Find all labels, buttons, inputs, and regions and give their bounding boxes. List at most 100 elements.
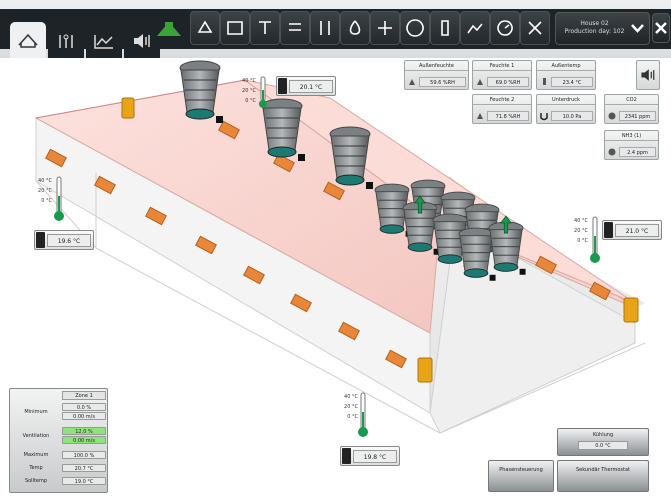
close-icon xyxy=(655,22,667,34)
humidity-icon xyxy=(477,113,483,119)
thermometer-scale: 40 °C 20 °C 0 °C xyxy=(242,78,256,104)
toolbar-button-cooling[interactable] xyxy=(250,11,280,45)
thermometer-icon xyxy=(358,392,368,437)
panel-value: 2341 ppm xyxy=(619,111,656,121)
panel-pressure[interactable]: Unterdruck 10.0 Pa xyxy=(536,94,596,124)
filter-icon xyxy=(349,20,361,35)
temperature-display[interactable]: 20.1 °C xyxy=(276,76,336,96)
fan-settings-icon xyxy=(59,34,73,48)
panel-label: CO2 xyxy=(605,95,658,105)
toolbar-button-fan[interactable] xyxy=(370,11,400,45)
timer-icon xyxy=(497,20,513,36)
gas-icon xyxy=(608,112,616,120)
toolbar-button-filter[interactable] xyxy=(340,11,370,45)
green-house-icon[interactable] xyxy=(155,18,183,38)
thermometer-icon xyxy=(590,216,600,263)
temperature-display[interactable]: 19.6 °C xyxy=(34,230,94,250)
panel-label: Außentemp xyxy=(537,61,595,71)
temperature-display[interactable]: 21.0 °C xyxy=(602,220,662,240)
panel-nh3[interactable]: NH3 (1) 2.4 ppm xyxy=(604,130,659,160)
panel-value: 69.0 %RH xyxy=(487,77,529,87)
panel-value: 71.8 %RH xyxy=(487,111,529,121)
toolbar-button-timer[interactable] xyxy=(490,11,520,45)
zone-title: Zone 1 xyxy=(62,391,106,400)
toolbar-button-chart[interactable] xyxy=(460,11,490,45)
graph-icon xyxy=(94,35,113,49)
house-selector[interactable]: House 02 Production day: 102 xyxy=(555,12,650,45)
temperature-icon xyxy=(543,78,546,85)
panel-label: Feuchte 1 xyxy=(473,61,531,71)
production-day: Production day: 102 xyxy=(564,28,625,35)
panel-outside-temp[interactable]: Außentemp 23.4 °C xyxy=(536,60,596,90)
thermometer-scale: 40 °C 20 °C 0 °C xyxy=(38,178,52,204)
zone-row-temp: Temp 20.7 °C xyxy=(10,464,109,474)
wall-fan-right[interactable] xyxy=(623,297,639,323)
lamp-icon xyxy=(441,20,449,36)
thermometer-left: 40 °C 20 °C 0 °C 19.6 °C xyxy=(30,176,110,256)
speaker-button[interactable] xyxy=(636,60,660,90)
panel-value: 59.6 %RH xyxy=(419,77,466,87)
pressure-icon xyxy=(540,113,548,121)
zone-row-solltemp: Solltemp 19.0 °C xyxy=(10,477,109,487)
phase-control-button[interactable]: Phasensteuerung xyxy=(488,460,554,492)
panel-label: Außenfeuchte xyxy=(405,61,468,71)
tools-icon xyxy=(528,21,542,35)
app-window: House 02 Production day: 102 Außenfeucht… xyxy=(0,0,671,497)
thermometer-bottom: 40 °C 20 °C 0 °C 19.8 °C xyxy=(336,392,416,472)
temperature-value: 19.8 °C xyxy=(353,450,397,463)
cooling-icon xyxy=(259,21,271,34)
phase-control-label: Phasensteuerung xyxy=(499,467,543,473)
panel-label: Feuchte 2 xyxy=(473,95,531,105)
gas-icon xyxy=(608,148,616,156)
silo-icon xyxy=(197,20,213,33)
temperature-value: 20.1 °C xyxy=(289,80,333,93)
secondary-thermostat-button[interactable]: Sekundär Thermostat xyxy=(557,460,649,492)
thermometer-icon xyxy=(259,76,267,108)
tab-graph[interactable] xyxy=(86,24,122,58)
kuehlung-value: 0.0 °C xyxy=(578,441,628,450)
zone-row-maximum: Maximum 100.0 % xyxy=(10,451,109,461)
thermometer-icon xyxy=(54,176,64,221)
temperature-display[interactable]: 19.8 °C xyxy=(340,446,400,466)
panel-value: 23.4 °C xyxy=(551,77,593,87)
temperature-value: 21.0 °C xyxy=(615,224,659,237)
thermometer-right: 40 °C 20 °C 0 °C 21.0 °C xyxy=(570,216,662,266)
humidity-icon xyxy=(477,79,483,85)
tab-fan-settings[interactable] xyxy=(48,24,84,58)
toolbar-button-silo[interactable] xyxy=(190,11,220,45)
speaker-icon xyxy=(641,69,655,81)
toolbar-button-tools[interactable] xyxy=(520,11,550,45)
zone-row-ventilation: Ventilation 12.0 % 0.00 m/s xyxy=(10,427,109,447)
panel-humidity-2[interactable]: Feuchte 2 71.8 %RH xyxy=(472,94,532,124)
toolbar-button-pad[interactable] xyxy=(400,11,430,45)
panel-value: 10.0 Pa xyxy=(551,111,593,121)
kuehlung-label: Kühlung xyxy=(592,432,614,438)
thermometer-roof: 40 °C 20 °C 0 °C 20.1 °C xyxy=(234,76,336,108)
thermometer-scale: 40 °C 20 °C 0 °C xyxy=(574,218,588,244)
tab-house[interactable] xyxy=(10,22,46,58)
wall-fan-front[interactable] xyxy=(417,357,433,383)
thermometer-scale: 40 °C 20 °C 0 °C xyxy=(344,394,358,420)
temperature-value: 19.6 °C xyxy=(47,234,91,247)
chevron-down-icon xyxy=(631,24,644,33)
panel-outside-humidity[interactable]: Außenfeuchte 59.6 %RH xyxy=(404,60,469,90)
secondary-thermostat-label: Sekundär Thermostat xyxy=(576,467,630,473)
house-icon xyxy=(18,33,38,48)
kuehlung-button[interactable]: Kühlung 0.0 °C xyxy=(557,428,649,456)
pad-icon xyxy=(406,19,424,37)
panel-co2[interactable]: CO2 2341 ppm xyxy=(604,94,659,124)
toolbar-button-lamp[interactable] xyxy=(430,11,460,45)
panel-value: 2.4 ppm xyxy=(619,147,656,157)
toolbar-button-water[interactable] xyxy=(310,11,340,45)
chart-icon xyxy=(467,23,483,34)
humidity-icon xyxy=(409,79,415,85)
house-name: House 02 xyxy=(580,20,609,27)
heater-icon xyxy=(227,21,243,35)
toolbar-button-light[interactable] xyxy=(280,11,310,45)
light-icon xyxy=(289,23,301,31)
wall-fan-left[interactable] xyxy=(121,97,135,119)
zone-panel[interactable]: Zone 1 Minimum 0.0 % 0.00 m/s Ventilatio… xyxy=(9,388,108,493)
toolbar-button-heater[interactable] xyxy=(220,11,250,45)
panel-humidity-1[interactable]: Feuchte 1 69.0 %RH xyxy=(472,60,532,90)
close-button[interactable] xyxy=(652,13,670,43)
